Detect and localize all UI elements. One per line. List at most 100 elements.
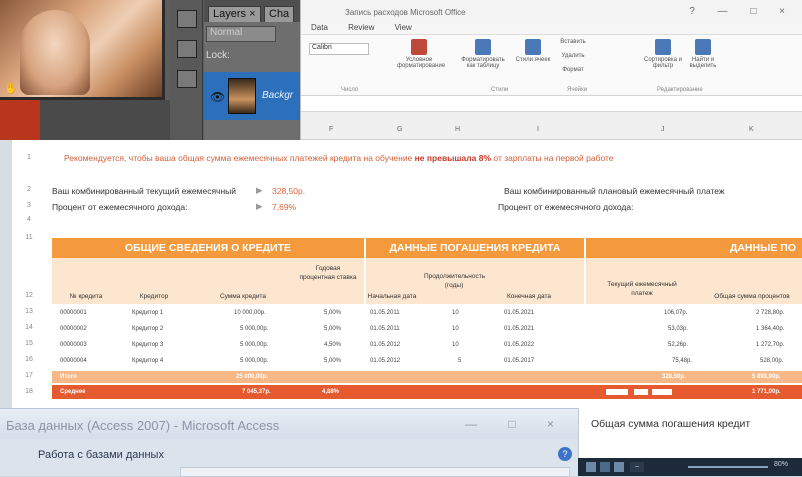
table-cell[interactable]: 53,03р.: [668, 326, 688, 332]
mini-bar: [634, 389, 648, 395]
blend-mode-select[interactable]: Normal: [206, 26, 276, 42]
row-number[interactable]: 15: [14, 340, 44, 347]
table-cell[interactable]: 00000002: [60, 326, 87, 332]
table-cell[interactable]: 106,07р.: [664, 310, 687, 316]
column-header[interactable]: H: [455, 126, 460, 133]
table-cell[interactable]: 5,00%: [324, 326, 341, 332]
table-cell[interactable]: 5 000,00р.: [240, 342, 268, 348]
row-number[interactable]: 17: [14, 372, 44, 379]
table-cell[interactable]: 00000004: [60, 358, 87, 364]
row-number[interactable]: 11: [14, 234, 44, 241]
row-number[interactable]: 16: [14, 356, 44, 363]
table-cell[interactable]: 5 000,00р.: [240, 358, 268, 364]
table-cell[interactable]: 10 000,00р.: [234, 310, 266, 316]
help-icon[interactable]: ?: [558, 447, 572, 461]
total-amount[interactable]: 25 000,00р.: [236, 374, 268, 380]
tab-database-tools[interactable]: Работа с базами данных: [38, 449, 164, 461]
column-header[interactable]: G: [397, 126, 402, 133]
view-normal-icon[interactable]: [586, 462, 596, 472]
hand-tool-icon[interactable]: ✋: [4, 82, 18, 95]
zoom-slider[interactable]: [688, 466, 768, 468]
table-cell[interactable]: 00000001: [60, 310, 87, 316]
table-cell[interactable]: Кредитор 4: [132, 358, 163, 364]
font-name-select[interactable]: Calibri: [309, 43, 369, 55]
row-number[interactable]: 18: [14, 388, 44, 395]
total-row[interactable]: Итого 25 000,00р. 328,50р. 5 893,90р.: [52, 371, 802, 383]
table-cell[interactable]: Кредитор 1: [132, 310, 163, 316]
average-amount[interactable]: 7 045,37р.: [242, 389, 271, 395]
column-header[interactable]: I: [537, 126, 539, 133]
percent-income-value[interactable]: 7,69%: [272, 202, 296, 212]
table-cell[interactable]: 52,26р.: [668, 342, 688, 348]
tab-layers[interactable]: Layers ×: [208, 6, 261, 22]
column-header[interactable]: F: [329, 126, 333, 133]
table-cell[interactable]: 5 000,00р.: [240, 326, 268, 332]
table-cell[interactable]: 00000003: [60, 342, 87, 348]
current-payment-value[interactable]: 328,50р.: [272, 186, 305, 196]
conditional-format-icon: [411, 39, 427, 55]
panel-toggle-icon[interactable]: [177, 10, 197, 28]
table-cell[interactable]: 01.05.2011: [370, 326, 400, 332]
photo-canvas[interactable]: [0, 0, 165, 100]
table-cell[interactable]: 10: [452, 310, 459, 316]
table-cell[interactable]: 01.05.2012: [370, 358, 400, 364]
zoom-out-icon[interactable]: −: [630, 462, 644, 472]
table-cell[interactable]: 5,00%: [324, 310, 341, 316]
row-number[interactable]: 13: [14, 308, 44, 315]
table-cell[interactable]: 2 728,80р.: [756, 310, 784, 316]
conditional-format-button[interactable]: Условное форматирование: [397, 39, 445, 79]
table-cell[interactable]: 5: [458, 358, 461, 364]
column-header[interactable]: J: [661, 126, 665, 133]
table-cell[interactable]: 4,50%: [324, 342, 341, 348]
section-header-general: ОБЩИЕ СВЕДЕНИЯ О КРЕДИТЕ: [52, 238, 364, 258]
tab-channels[interactable]: Cha: [264, 6, 295, 22]
row-number[interactable]: 12: [14, 292, 44, 299]
formula-bar[interactable]: [301, 96, 802, 112]
row-number[interactable]: 2: [14, 186, 44, 193]
format-as-table-button[interactable]: Форматировать как таблицу: [461, 39, 505, 79]
table-cell[interactable]: 10: [452, 326, 459, 332]
average-interest[interactable]: 1 771,00р.: [752, 389, 781, 395]
average-row[interactable]: Среднее 7 045,37р. 4,88% 1 771,00р.: [52, 385, 802, 399]
table-cell[interactable]: 01.05.2022: [504, 342, 534, 348]
total-payment[interactable]: 328,50р.: [662, 374, 686, 380]
table-cell[interactable]: 1 364,40р.: [756, 326, 784, 332]
table-cell[interactable]: 528,00р.: [760, 358, 783, 364]
table-cell[interactable]: 01.05.2021: [504, 310, 534, 316]
eye-icon[interactable]: 👁: [210, 90, 225, 104]
table-cell[interactable]: 5,00%: [324, 358, 341, 364]
find-select-button[interactable]: Найти и выделить: [681, 39, 725, 79]
arrow-icon: ▶: [256, 185, 263, 195]
tab-review[interactable]: Review: [348, 23, 374, 32]
view-pagebreak-icon[interactable]: [614, 462, 624, 472]
tab-view[interactable]: View: [395, 23, 412, 32]
zoom-level[interactable]: 80%: [774, 461, 788, 468]
row-number[interactable]: 3: [14, 202, 44, 209]
table-cell[interactable]: Кредитор 3: [132, 342, 163, 348]
table-cell[interactable]: 75,48р.: [672, 358, 692, 364]
cell-styles-button[interactable]: Стили ячеек: [511, 39, 555, 79]
table-cell[interactable]: 01.05.2017: [504, 358, 534, 364]
table-cell[interactable]: 01.05.2012: [370, 342, 400, 348]
table-cell[interactable]: 01.05.2021: [504, 326, 534, 332]
layer-row[interactable]: 👁 Backgr: [204, 72, 300, 120]
sort-filter-button[interactable]: Сортировка и фильтр: [641, 39, 685, 79]
panel-toggle-icon[interactable]: [177, 70, 197, 88]
format-button[interactable]: Формат: [553, 67, 593, 79]
row-number[interactable]: 4: [14, 216, 44, 223]
table-cell[interactable]: 1 272,70р.: [756, 342, 784, 348]
table-cell[interactable]: 10: [452, 342, 459, 348]
tab-data[interactable]: Data: [311, 23, 328, 32]
window-controls[interactable]: — □ ×: [465, 417, 568, 431]
column-header[interactable]: K: [749, 126, 754, 133]
row-number[interactable]: 14: [14, 324, 44, 331]
panel-toggle-icon[interactable]: [177, 40, 197, 58]
view-layout-icon[interactable]: [600, 462, 610, 472]
table-cell[interactable]: 01.05.2011: [370, 310, 400, 316]
table-cell[interactable]: Кредитор 2: [132, 326, 163, 332]
row-number[interactable]: 1: [14, 154, 44, 161]
average-rate[interactable]: 4,88%: [322, 389, 339, 395]
total-interest[interactable]: 5 893,90р.: [752, 374, 781, 380]
window-controls[interactable]: ? — □ ×: [689, 6, 795, 17]
worksheet[interactable]: 1 2 3 4 11 12 13 14 15 16 17 18 Рекоменд…: [0, 140, 802, 408]
